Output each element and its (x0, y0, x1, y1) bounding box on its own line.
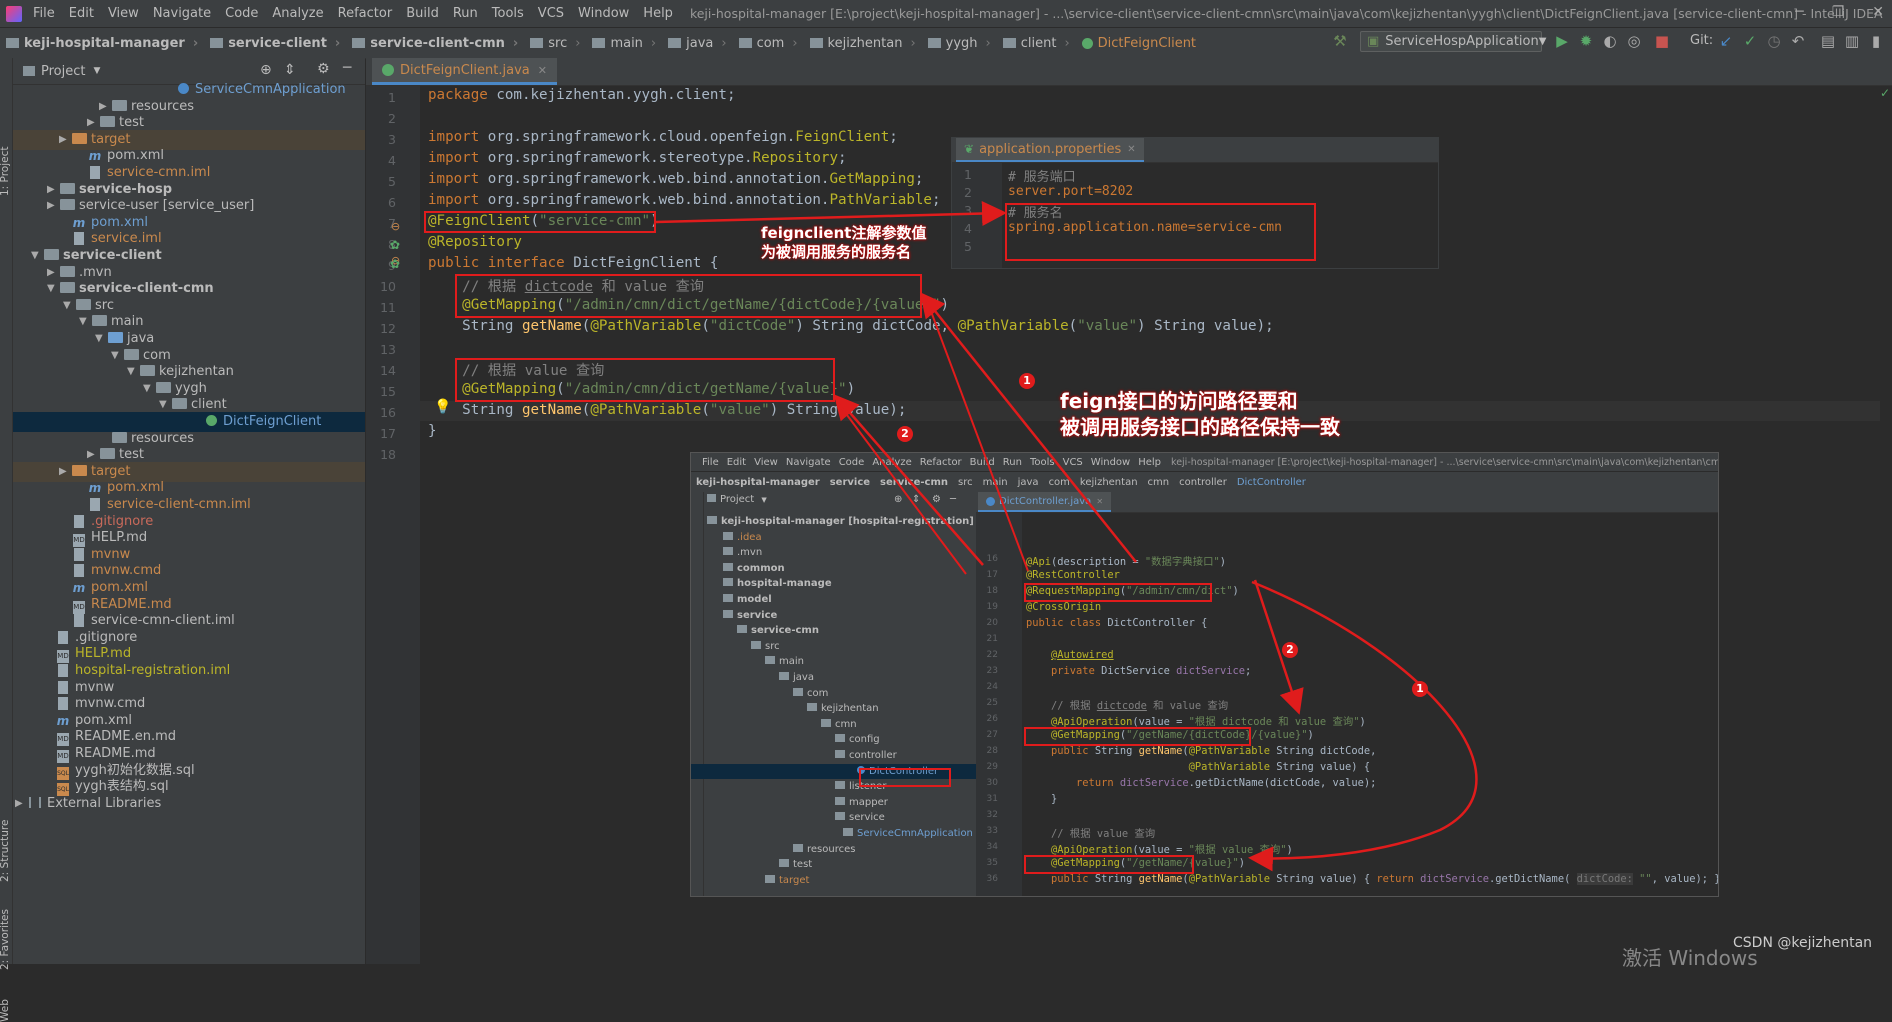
annotation-circle-1: 1 (1019, 373, 1035, 389)
annotation-path-note-1: feign接口的访问路径要和 (1060, 389, 1298, 413)
annotation-path-note-2: 被调用服务接口的路径保持一致 (1060, 415, 1340, 439)
annotation-circle-2-inner: 2 (1282, 642, 1298, 658)
arrow-to-getmapping-2 (833, 394, 984, 566)
csdn-watermark: CSDN @kejizhentan (1733, 935, 1873, 951)
annotation-feignclient-note-1: feignclient注解参数值 (761, 224, 927, 242)
annotation-feignclient-note-2: 为被调用服务的服务名 (761, 243, 912, 261)
tab-web[interactable]: Web (0, 999, 11, 1022)
arrow-requestmapping-to-getmapping-1b (925, 297, 1029, 572)
arrow-inner-requestmapping-to-getname-2 (1248, 580, 1478, 872)
arrow-feignclient-to-appname (655, 201, 1007, 227)
annotation-circle-1-inner: 1 (1412, 681, 1428, 697)
annotation-arrows (655, 201, 1478, 872)
annotation-circle-2: 2 (897, 426, 913, 442)
